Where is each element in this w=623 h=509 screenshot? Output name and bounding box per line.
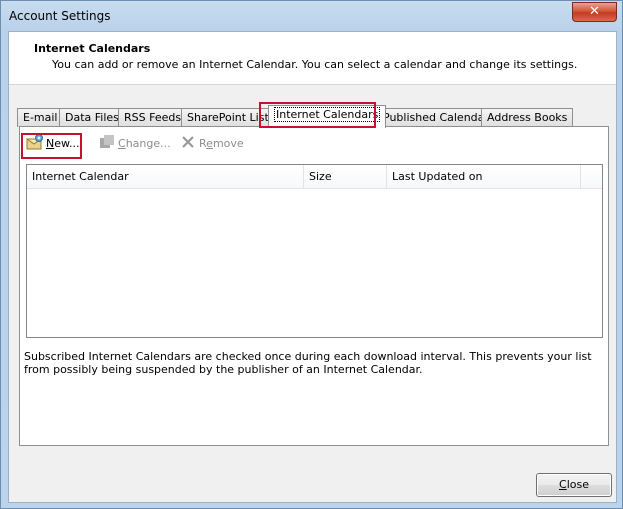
window-close-button[interactable]: ✕ [572, 2, 617, 22]
tab-rss-feeds[interactable]: RSS Feeds [118, 108, 188, 127]
tab-address-books[interactable]: Address Books [481, 108, 574, 127]
tab-sharepoint-lists[interactable]: SharePoint Lists [181, 108, 281, 127]
remove-button[interactable]: Remove [181, 133, 244, 155]
title-bar: Account Settings ✕ [1, 1, 622, 31]
remove-icon [182, 136, 194, 148]
section-description: You can add or remove an Internet Calend… [52, 58, 578, 71]
change-button-label: Change... [118, 137, 171, 150]
internet-calendar-list[interactable]: Internet Calendar Size Last Updated on [26, 164, 603, 338]
list-header: Internet Calendar Size Last Updated on [27, 165, 602, 189]
column-header-last-updated[interactable]: Last Updated on [387, 165, 581, 188]
internet-calendars-panel: New... Change... Remove Internet Calenda… [19, 126, 609, 446]
tab-internet-calendars[interactable]: Internet Calendars [268, 105, 387, 128]
dialog-header: Internet Calendars You can add or remove… [9, 32, 616, 85]
window-title: Account Settings [9, 9, 111, 23]
change-icon [100, 135, 114, 148]
new-button[interactable]: New... [25, 133, 80, 155]
account-settings-window: Account Settings ✕ Internet Calendars Yo… [0, 0, 623, 509]
column-header-internet-calendar[interactable]: Internet Calendar [27, 165, 304, 188]
new-calendar-icon [25, 134, 43, 150]
dialog-client-area: Internet Calendars You can add or remove… [8, 31, 617, 503]
tab-data-files[interactable]: Data Files [59, 108, 125, 127]
remove-button-label: Remove [199, 137, 244, 150]
column-header-size[interactable]: Size [304, 165, 387, 188]
close-button[interactable]: Close [536, 473, 612, 497]
new-button-label: New... [46, 137, 80, 150]
change-button[interactable]: Change... [99, 133, 171, 155]
tab-email[interactable]: E-mail [17, 108, 64, 127]
tab-internet-calendars-label: Internet Calendars [274, 107, 381, 122]
subscription-note: Subscribed Internet Calendars are checke… [24, 350, 592, 376]
section-title: Internet Calendars [34, 42, 151, 55]
